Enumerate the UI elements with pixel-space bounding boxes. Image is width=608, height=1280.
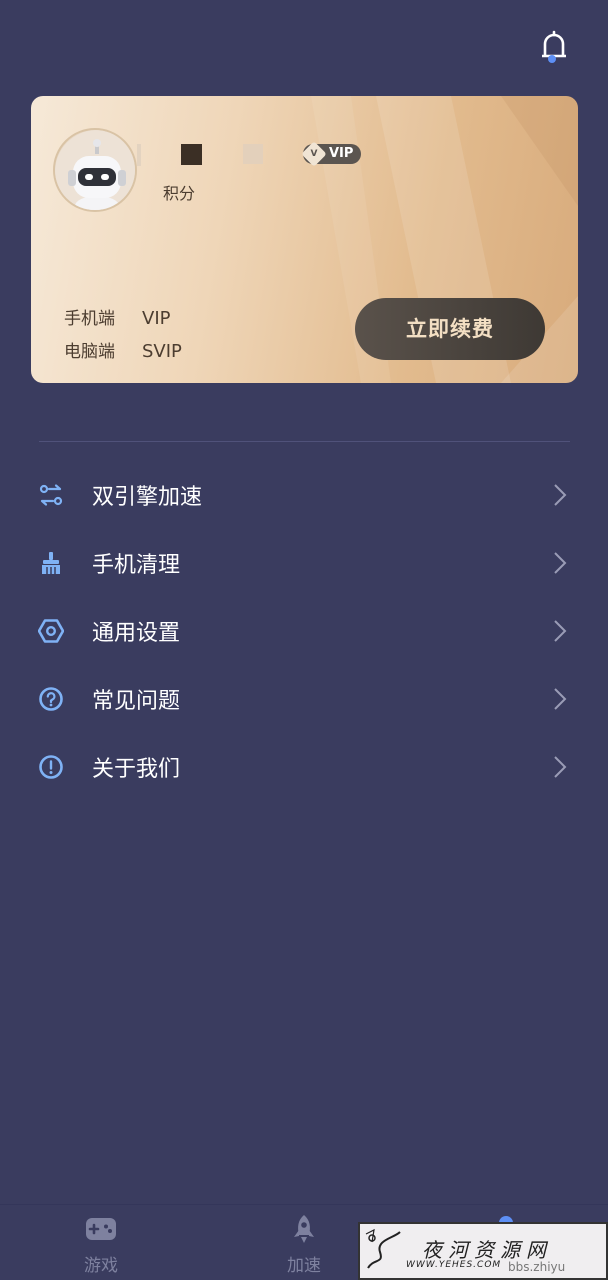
broom-icon <box>42 552 60 574</box>
menu-label: 双引擎加速 <box>92 485 203 510</box>
menu-item-general-settings[interactable]: 通用设置 <box>0 596 608 664</box>
dual-engine-icon <box>39 484 63 506</box>
menu-item-about-us[interactable]: 关于我们 <box>0 732 608 800</box>
robot-avatar-icon <box>55 130 135 210</box>
nav-item-boost[interactable]: 加速 <box>244 1205 364 1280</box>
chevron-right-icon <box>554 484 567 506</box>
chevron-right-icon <box>554 688 567 710</box>
vip-badge-label: VIP <box>329 146 354 161</box>
vip-badge: V VIP <box>301 141 362 167</box>
menu-label: 手机清理 <box>92 553 181 578</box>
chevron-right-icon <box>554 756 567 778</box>
divider <box>39 441 570 442</box>
rocket-icon <box>294 1215 314 1243</box>
watermark-url: WWW.YEHES.COM <box>406 1260 502 1270</box>
plan-label: 电脑端 <box>64 342 115 362</box>
menu-item-phone-clean[interactable]: 手机清理 <box>0 528 608 596</box>
info-icon <box>39 755 63 779</box>
watermark-title: 夜河资源网 <box>422 1238 552 1262</box>
nav-label: 游戏 <box>84 1256 118 1276</box>
plan-row-mobile: 手机端 VIP <box>64 304 170 329</box>
nickname-mask <box>181 144 202 165</box>
gamepad-icon <box>86 1218 116 1240</box>
watermark-url-2: bbs.zhiyu <box>508 1260 566 1274</box>
plan-row-pc: 电脑端 SVIP <box>64 337 182 362</box>
question-icon <box>39 687 63 711</box>
vip-diamond-icon: V <box>301 141 327 167</box>
nickname-mask <box>243 144 263 164</box>
menu-label: 关于我们 <box>92 757 181 782</box>
plan-label: 手机端 <box>64 309 115 329</box>
nav-label: 加速 <box>287 1256 321 1276</box>
plan-value: SVIP <box>142 341 182 362</box>
settings-hex-icon <box>38 619 64 643</box>
menu-label: 常见问题 <box>92 689 181 714</box>
profile-screen: V VIP 积分 手机端 VIP 电脑端 SVIP 立即续费 双引擎加速 手机清… <box>0 0 608 1280</box>
nav-item-games[interactable]: 游戏 <box>41 1205 161 1280</box>
vip-card: V VIP 积分 手机端 VIP 电脑端 SVIP 立即续费 <box>31 96 578 383</box>
ornament-icon <box>365 1228 401 1269</box>
menu-item-faq[interactable]: 常见问题 <box>0 664 608 732</box>
menu-label: 通用设置 <box>92 621 181 646</box>
renew-button[interactable]: 立即续费 <box>355 298 545 360</box>
plan-value: VIP <box>142 308 171 329</box>
avatar[interactable] <box>53 128 137 212</box>
settings-menu: 双引擎加速 手机清理 通用设置 常见问题 关于我们 <box>0 460 608 800</box>
notification-dot <box>548 55 556 63</box>
chevron-right-icon <box>554 620 567 642</box>
points-label: 积分 <box>163 184 196 203</box>
watermark-stamp: 夜河资源网 WWW.YEHES.COM bbs.zhiyu <box>358 1222 608 1280</box>
chevron-right-icon <box>554 552 567 574</box>
menu-item-dual-engine[interactable]: 双引擎加速 <box>0 460 608 528</box>
nickname-mask <box>137 144 141 166</box>
